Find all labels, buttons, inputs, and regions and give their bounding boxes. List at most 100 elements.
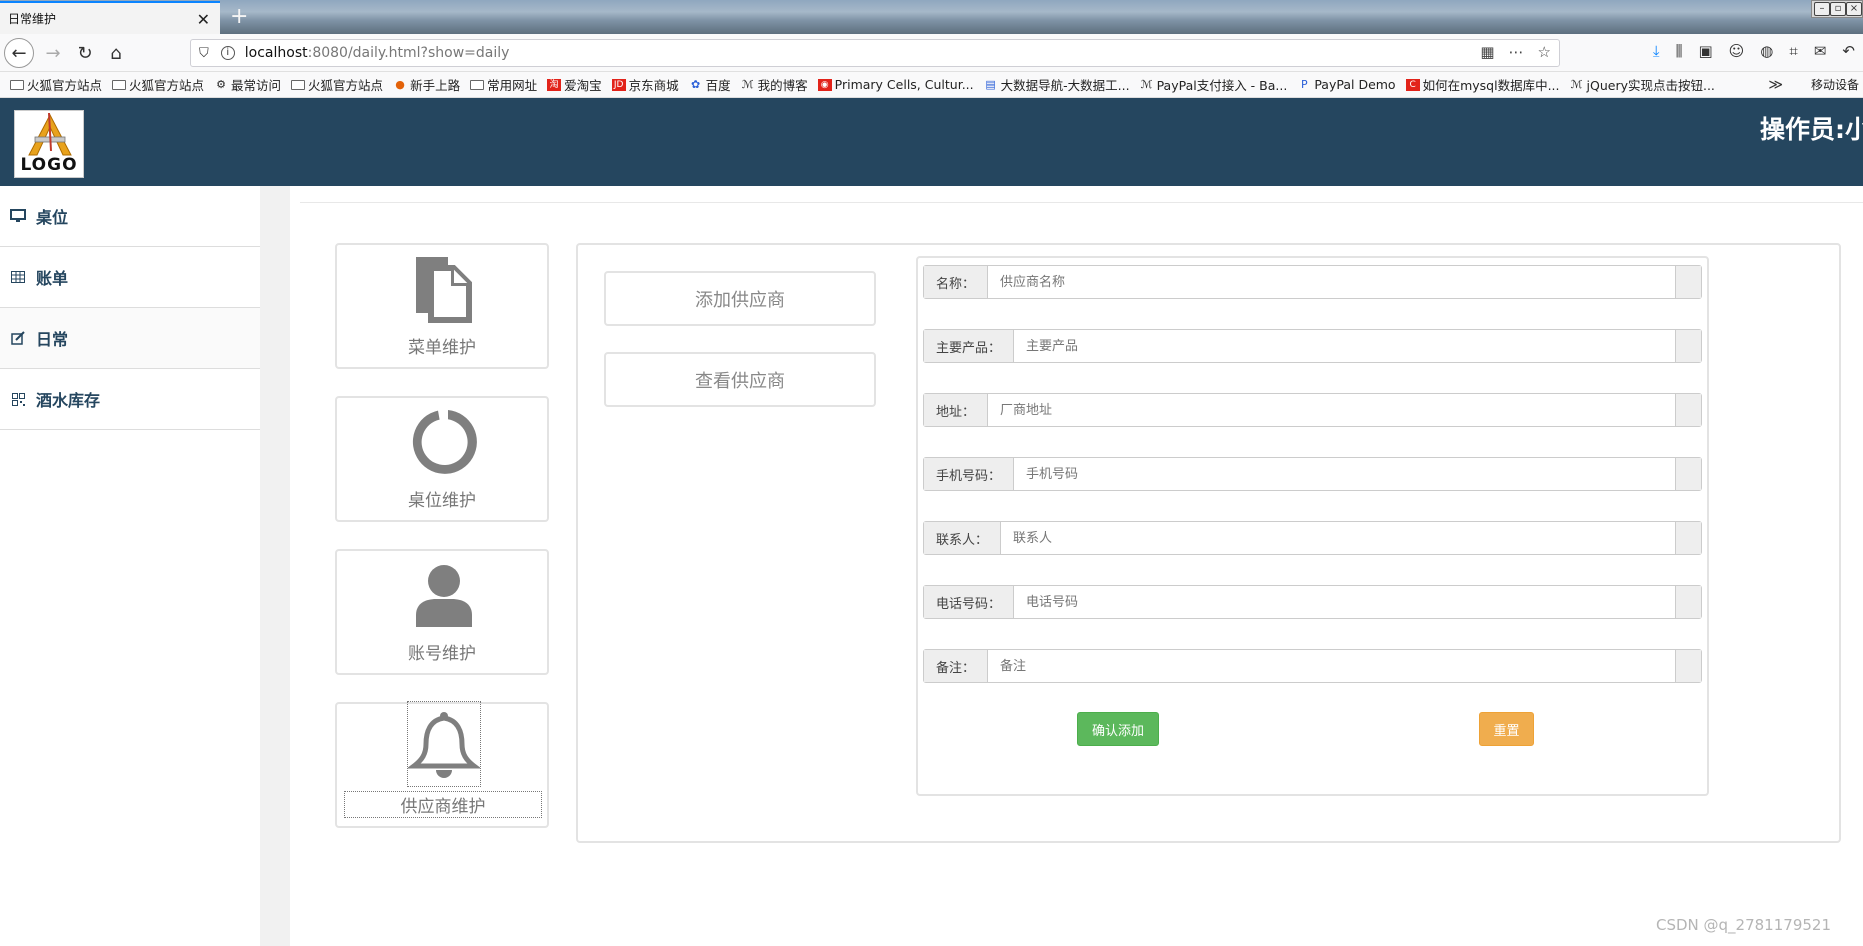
operator-name: 操作员:小 bbox=[1760, 115, 1863, 144]
tile-table-maintenance[interactable]: 桌位维护 bbox=[335, 396, 549, 522]
bookmark-item[interactable]: 火狐官方站点 bbox=[112, 75, 204, 94]
sidebar-toggle-icon[interactable]: ▣ bbox=[1698, 42, 1712, 60]
bookmark-item[interactable]: P PayPal Demo bbox=[1297, 77, 1396, 92]
sidebar-item-tables[interactable]: 桌位 bbox=[0, 186, 260, 247]
contact-person-input[interactable] bbox=[1001, 522, 1675, 554]
bookmark-item[interactable]: ℳjQuery实现点击按钮... bbox=[1570, 75, 1715, 94]
bookmark-item[interactable]: 常用网址 bbox=[470, 75, 537, 94]
edit-icon bbox=[10, 331, 26, 345]
tracking-shield-icon[interactable]: ⛉ bbox=[199, 46, 209, 61]
bookmark-item[interactable]: ✿ 百度 bbox=[689, 75, 731, 94]
site-icon: ▤ bbox=[985, 77, 996, 91]
page-actions-icon[interactable]: ⋯ bbox=[1509, 43, 1524, 61]
browser-tab-active[interactable]: 日常维护 ✕ bbox=[0, 1, 220, 34]
address-field-group: 地址： bbox=[923, 393, 1702, 427]
forward-arrow-icon[interactable]: → bbox=[38, 38, 68, 68]
table-icon bbox=[10, 270, 26, 284]
library-icon[interactable]: ⫼ bbox=[1676, 42, 1683, 60]
bookmark-item[interactable]: 淘爱淘宝 bbox=[547, 75, 602, 94]
tile-supplier-maintenance[interactable]: 供应商维护 bbox=[335, 701, 549, 828]
app-header: LOGO 操作员:小 bbox=[0, 98, 1863, 186]
home-icon[interactable]: ⌂ bbox=[101, 38, 131, 68]
url-host: localhost bbox=[244, 45, 308, 61]
bookmark-item[interactable]: ⚙ 最常访问 bbox=[214, 75, 281, 94]
sidebar-gutter bbox=[260, 186, 290, 946]
supplier-name-input[interactable] bbox=[988, 266, 1675, 298]
tile-account-maintenance[interactable]: 账号维护 bbox=[335, 549, 549, 675]
browser-navigation-bar: ← → ↻ ⌂ ⛉ i localhost:8080/daily.html?sh… bbox=[0, 34, 1863, 72]
browser-tab-strip: 日常维护 ✕ + – ▫ × bbox=[0, 0, 1863, 34]
baidu-paw-icon: ✿ bbox=[691, 77, 701, 91]
close-tab-icon[interactable]: ✕ bbox=[197, 10, 210, 29]
watermark: CSDN @q_2781179521 bbox=[1656, 916, 1831, 934]
view-supplier-button[interactable]: 查看供应商 bbox=[604, 352, 876, 407]
close-window-icon[interactable]: × bbox=[1846, 2, 1862, 16]
firefox-icon: ● bbox=[395, 77, 405, 91]
bookmark-item[interactable]: JD 京东商城 bbox=[611, 75, 679, 94]
sidebar-item-label: 日常 bbox=[36, 330, 69, 349]
main-products-input[interactable] bbox=[1014, 330, 1675, 362]
reload-icon[interactable]: ↻ bbox=[70, 38, 100, 68]
sidebar-item-bills[interactable]: 账单 bbox=[0, 247, 260, 308]
field-label: 名称： bbox=[924, 266, 989, 298]
add-supplier-button[interactable]: 添加供应商 bbox=[604, 271, 876, 326]
globe-icon[interactable]: ◍ bbox=[1760, 42, 1773, 60]
logo-text: LOGO bbox=[20, 155, 78, 175]
blog-icon: ℳ bbox=[1140, 77, 1153, 91]
undo-icon[interactable]: ↶ bbox=[1842, 42, 1855, 60]
tile-label: 桌位维护 bbox=[408, 491, 476, 511]
jd-icon: JD bbox=[611, 78, 626, 91]
maximize-icon[interactable]: ▫ bbox=[1830, 2, 1846, 16]
logo[interactable]: LOGO bbox=[14, 110, 84, 178]
window-controls: – ▫ × bbox=[1811, 0, 1863, 18]
folder-icon bbox=[112, 79, 127, 90]
reset-button[interactable]: 重置 bbox=[1479, 712, 1534, 746]
bookmark-item[interactable]: ℳ PayPal支付接入 - Ba... bbox=[1140, 75, 1288, 94]
bookmark-item[interactable]: ▤ 大数据导航-大数据工... bbox=[984, 75, 1129, 94]
sidebar-item-daily[interactable]: 日常 bbox=[0, 308, 260, 369]
content-divider bbox=[300, 202, 1863, 203]
add-supplier-form: 名称： 主要产品： 地址： 手机号码： 联系人： 电话号码： 备注： bbox=[916, 256, 1709, 796]
remark-input[interactable] bbox=[988, 650, 1675, 682]
address-input[interactable] bbox=[988, 394, 1675, 426]
qrcode-icon[interactable]: ▦ bbox=[1480, 43, 1494, 61]
field-addon-right bbox=[1675, 650, 1701, 682]
bookmark-item[interactable]: ℳ 我的博客 bbox=[741, 75, 808, 94]
new-tab-icon[interactable]: + bbox=[230, 4, 248, 29]
minimize-icon[interactable]: – bbox=[1814, 2, 1830, 16]
mobile-number-input[interactable] bbox=[1014, 458, 1675, 490]
chat-icon[interactable]: ✉ bbox=[1814, 42, 1827, 60]
confirm-add-button[interactable]: 确认添加 bbox=[1077, 712, 1159, 746]
bookmark-item[interactable]: ● 新手上路 bbox=[393, 75, 460, 94]
site-info-icon[interactable]: i bbox=[220, 46, 235, 60]
bookmark-item[interactable]: C 如何在mysql数据库中... bbox=[1405, 75, 1560, 94]
phone-number-input[interactable] bbox=[1014, 586, 1675, 618]
bookmark-item[interactable]: 火狐官方站点 bbox=[291, 75, 383, 94]
tile-menu-maintenance[interactable]: 菜单维护 bbox=[335, 243, 549, 369]
account-icon[interactable]: ☺ bbox=[1729, 42, 1745, 60]
mobile-field-group: 手机号码： bbox=[923, 457, 1702, 491]
back-arrow-icon[interactable]: ← bbox=[4, 38, 34, 68]
bookmarks-toolbar: 火狐官方站点 火狐官方站点 ⚙ 最常访问 火狐官方站点 ● 新手上路 常用网址 淘爱… bbox=[0, 72, 1863, 98]
bookmark-star-icon[interactable]: ☆ bbox=[1538, 43, 1551, 61]
bookmarks-overflow-icon[interactable]: ≫ bbox=[1768, 77, 1783, 93]
field-addon-right bbox=[1675, 522, 1701, 554]
bell-icon bbox=[407, 701, 481, 787]
folder-icon bbox=[10, 79, 24, 90]
field-addon-right bbox=[1675, 266, 1701, 298]
blog-icon: ℳ bbox=[741, 77, 754, 91]
bookmark-item[interactable]: ◉ Primary Cells, Cultur... bbox=[817, 77, 974, 92]
tab-title: 日常维护 bbox=[8, 12, 57, 26]
name-field-group: 名称： bbox=[923, 265, 1702, 299]
address-bar[interactable]: ⛉ i localhost:8080/daily.html?show=daily… bbox=[190, 39, 1560, 67]
sidebar-item-drinks-stock[interactable]: 酒水库存 bbox=[0, 369, 260, 430]
field-addon-right bbox=[1675, 458, 1701, 490]
screenshot-icon[interactable]: ⌗ bbox=[1789, 42, 1797, 60]
paypal-icon: P bbox=[1301, 77, 1308, 91]
folder-icon bbox=[291, 79, 306, 90]
csdn-icon: C bbox=[1405, 78, 1420, 91]
products-field-group: 主要产品： bbox=[923, 329, 1702, 363]
mobile-bookmarks[interactable]: 移动设备 bbox=[1811, 76, 1859, 93]
download-icon[interactable]: ⤓ bbox=[1653, 42, 1660, 60]
bookmark-item[interactable]: 火狐官方站点 bbox=[10, 75, 102, 94]
